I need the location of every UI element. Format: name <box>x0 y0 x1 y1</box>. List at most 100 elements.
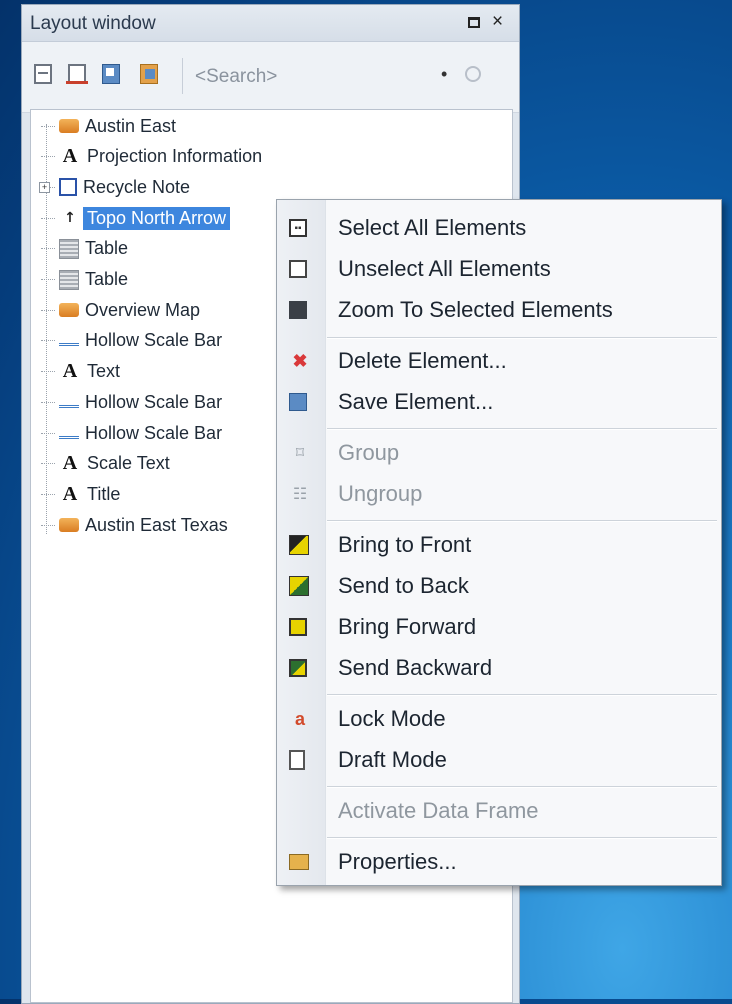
table-icon <box>59 238 79 259</box>
list-by-selection-icon[interactable] <box>140 64 158 84</box>
menu-item-label: Delete Element... <box>338 348 507 373</box>
menu-item-label: Unselect All Elements <box>338 256 551 281</box>
menu-separator <box>327 837 717 839</box>
menu-separator <box>327 337 717 339</box>
scale-bar-icon <box>59 397 79 408</box>
unselect-all-icon <box>289 260 307 278</box>
tree-connector-hook <box>41 524 55 526</box>
tree-item-label: Hollow Scale Bar <box>85 422 223 443</box>
menu-item[interactable]: a Lock Mode <box>277 699 721 739</box>
bring-forward-icon <box>289 618 307 636</box>
menu-item-label: Bring Forward <box>338 614 477 639</box>
menu-item: ⌑ Group <box>277 433 721 473</box>
tree-item-label: Overview Map <box>85 299 201 320</box>
text-icon: A <box>62 360 78 383</box>
search-placeholder: <Search> <box>195 66 278 87</box>
search-dropdown-icon[interactable]: • <box>441 64 447 85</box>
close-icon[interactable]: × <box>492 11 503 33</box>
menu-item[interactable]: Bring to Front <box>277 525 721 565</box>
tree-item-label: Projection Information <box>87 146 263 167</box>
menu-item-label: Zoom To Selected Elements <box>338 297 613 322</box>
tree-item[interactable]: Table <box>41 235 128 263</box>
menu-item[interactable]: Select All Elements <box>277 208 721 248</box>
tree-connector-hook <box>41 309 55 311</box>
bring-to-front-icon <box>289 535 309 555</box>
list-by-source-icon[interactable] <box>102 64 120 84</box>
menu-item-label: Group <box>338 440 400 465</box>
menu-item[interactable]: Draft Mode <box>277 740 721 780</box>
tree-item-label: Table <box>85 269 129 289</box>
group-icon: ⌑ <box>295 445 305 462</box>
menu-item[interactable]: ✖ Delete Element... <box>277 341 721 381</box>
tree-item[interactable]: Overview Map <box>41 296 200 324</box>
menu-item-label: Select All Elements <box>338 215 527 240</box>
tree-connector-hook <box>41 432 55 434</box>
tree-item[interactable]: A Title <box>41 480 120 508</box>
table-icon <box>59 269 79 290</box>
tree-item-label: Recycle Note <box>83 176 191 197</box>
tree-item[interactable]: Austin East <box>41 112 176 140</box>
tree-item[interactable]: Austin East Texas <box>41 511 228 539</box>
menu-item[interactable]: Send to Back <box>277 566 721 606</box>
zoom-selected-icon <box>289 301 307 319</box>
tree-connector-hook <box>41 493 55 495</box>
send-backward-icon <box>289 659 307 677</box>
title-bar: Layout window × <box>22 5 519 42</box>
tree-item[interactable]: + Recycle Note <box>39 173 191 201</box>
tree-connector-hook <box>41 217 55 219</box>
delete-icon: ✖ <box>292 350 308 371</box>
menu-item[interactable]: Send Backward <box>277 648 721 688</box>
menu-item[interactable]: Bring Forward <box>277 607 721 647</box>
tree-connector-hook <box>41 156 55 158</box>
tree-item[interactable]: A Scale Text <box>41 450 170 478</box>
context-menu: Select All Elements Unselect All Elements… <box>276 199 722 886</box>
menu-separator <box>327 428 717 430</box>
tree-connector-hook <box>41 463 55 465</box>
tree-item[interactable]: ↑ Topo North Arrow <box>41 204 231 232</box>
north-arrow-icon: ↑ <box>64 210 76 227</box>
tree-item-label: Hollow Scale Bar <box>85 330 223 351</box>
menu-item: ☷ Ungroup <box>277 474 721 514</box>
draft-icon <box>289 750 305 770</box>
tree-item[interactable]: Table <box>41 266 128 294</box>
tree-item[interactable]: A Projection Information <box>41 143 262 171</box>
tree-item-label: Austin East <box>85 115 177 136</box>
menu-separator <box>327 786 717 788</box>
tree-connector-hook <box>41 371 55 373</box>
search-go-icon[interactable] <box>465 66 481 82</box>
menu-item-label: Bring to Front <box>338 532 472 557</box>
expand-icon[interactable]: + <box>39 182 50 194</box>
group-icon <box>59 178 77 197</box>
map-frame-icon <box>59 518 79 533</box>
restore-icon[interactable] <box>468 17 480 28</box>
tree-item[interactable]: Hollow Scale Bar <box>41 327 222 355</box>
tree-item-label: Austin East Texas <box>85 514 228 535</box>
list-by-drawing-order-icon[interactable] <box>34 64 52 84</box>
tree-item-label: Text <box>87 361 121 382</box>
map-frame-icon <box>59 303 79 318</box>
search-input[interactable]: <Search> • <box>182 58 493 94</box>
tree-item-label: Scale Text <box>87 453 170 474</box>
tree-item[interactable]: Hollow Scale Bar <box>41 419 222 447</box>
menu-item-label: Activate Data Frame <box>338 798 539 823</box>
save-element-icon <box>289 393 307 411</box>
menu-item[interactable]: Properties... <box>277 842 721 882</box>
menu-item-label: Properties... <box>338 849 457 874</box>
menu-item-label: Send to Back <box>338 573 469 598</box>
tree-item[interactable]: A Text <box>41 358 120 386</box>
tree-connector-hook <box>41 279 55 280</box>
list-by-type-icon[interactable] <box>66 64 88 84</box>
menu-item[interactable]: Unselect All Elements <box>277 249 721 289</box>
toolbar: <Search> • <box>22 42 519 113</box>
menu-item-label: Lock Mode <box>338 706 446 731</box>
tree-item-label: Hollow Scale Bar <box>85 391 223 412</box>
menu-item: Activate Data Frame <box>277 791 721 831</box>
tree-connector-hook <box>41 401 55 403</box>
tree-item[interactable]: Hollow Scale Bar <box>41 388 222 416</box>
tree-item-label: Topo North Arrow <box>83 206 231 230</box>
tree-item-label: Table <box>85 238 129 259</box>
text-icon: A <box>62 452 78 475</box>
menu-item-label: Draft Mode <box>338 747 447 772</box>
menu-item[interactable]: Zoom To Selected Elements <box>277 290 721 330</box>
menu-item[interactable]: Save Element... <box>277 382 721 422</box>
